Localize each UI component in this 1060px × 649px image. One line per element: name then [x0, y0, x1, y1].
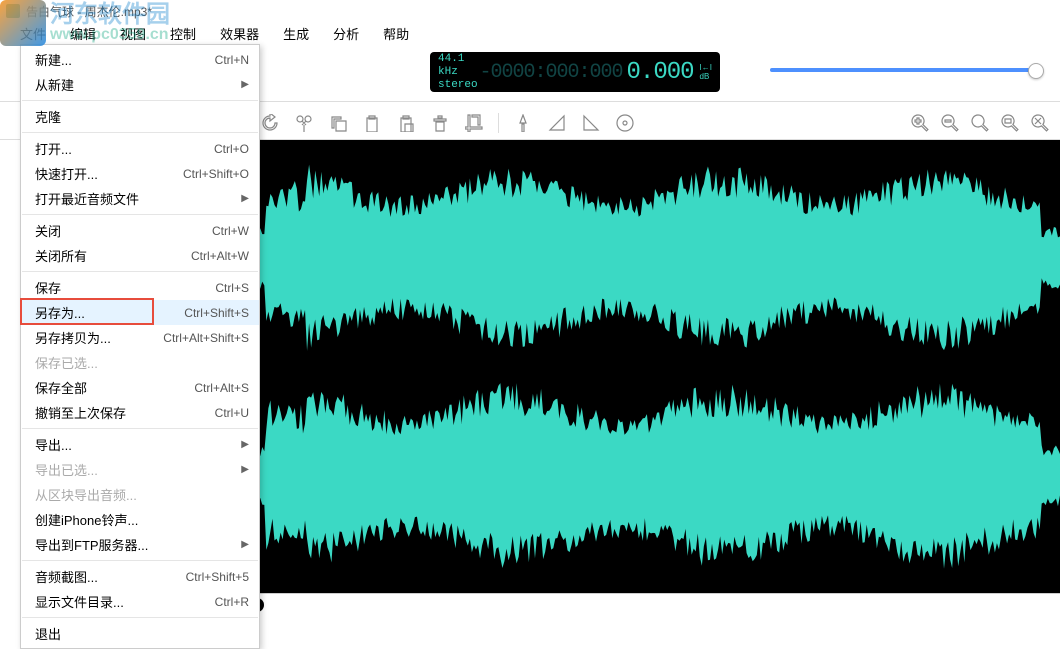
menu-效果器[interactable]: 效果器 [208, 22, 271, 45]
file-menu-打开最近音频文件[interactable]: 打开最近音频文件 ▶ [21, 186, 259, 211]
menu-item-label: 另存为... [35, 303, 184, 322]
file-menu-显示文件目录[interactable]: 显示文件目录...Ctrl+R [21, 589, 259, 614]
fade-in-icon[interactable] [547, 113, 567, 133]
menu-item-label: 保存 [35, 278, 215, 297]
menu-item-label: 导出已选... [35, 460, 237, 479]
submenu-arrow-icon: ▶ [241, 193, 249, 204]
menu-item-label: 音频截图... [35, 567, 186, 586]
file-menu-从区块导出音频: 从区块导出音频... [21, 482, 259, 507]
menu-item-shortcut: Ctrl+O [214, 142, 249, 156]
menu-控制[interactable]: 控制 [158, 22, 208, 45]
lcd-side1: I←I [700, 63, 712, 72]
file-menu-快速打开[interactable]: 快速打开...Ctrl+Shift+O [21, 161, 259, 186]
file-menu-关闭[interactable]: 关闭Ctrl+W [21, 218, 259, 243]
menu-item-label: 从新建 [35, 75, 237, 94]
menu-item-shortcut: Ctrl+Alt+S [194, 381, 249, 395]
menu-item-shortcut: Ctrl+Shift+O [183, 167, 249, 181]
delete-icon[interactable] [430, 113, 450, 133]
lcd-time: -0000:000:000 [480, 61, 627, 84]
file-menu-导出已选: 导出已选... ▶ [21, 457, 259, 482]
file-menu-另存拷贝为[interactable]: 另存拷贝为...Ctrl+Alt+Shift+S [21, 325, 259, 350]
menu-item-shortcut: Ctrl+N [215, 53, 249, 67]
file-menu-导出[interactable]: 导出... ▶ [21, 432, 259, 457]
file-menu-保存全部[interactable]: 保存全部Ctrl+Alt+S [21, 375, 259, 400]
menu-编辑[interactable]: 编辑 [58, 22, 108, 45]
lcd-rate: 44.1 kHz [438, 53, 480, 79]
lcd-mode: stereo [438, 79, 480, 92]
file-menu-dropdown: 新建...Ctrl+N从新建▶克隆打开...Ctrl+O快速打开...Ctrl+… [20, 44, 260, 649]
window-title: 告白气球 - 周杰伦.mp3* [26, 3, 152, 20]
menu-item-shortcut: Ctrl+Alt+Shift+S [163, 331, 249, 345]
file-menu-导出到FTP服务器[interactable]: 导出到FTP服务器... ▶ [21, 532, 259, 557]
file-menu-从新建[interactable]: 从新建 ▶ [21, 72, 259, 97]
menu-item-label: 关闭所有 [35, 246, 191, 265]
paste-over-icon[interactable] [396, 113, 416, 133]
file-menu-音频截图[interactable]: 音频截图...Ctrl+Shift+5 [21, 564, 259, 589]
submenu-arrow-icon: ▶ [241, 439, 249, 450]
menu-item-shortcut: Ctrl+Alt+W [191, 249, 249, 263]
menu-item-shortcut: Ctrl+Shift+5 [186, 570, 249, 584]
disc-icon[interactable] [615, 113, 635, 133]
submenu-arrow-icon: ▶ [241, 79, 249, 90]
app-icon [6, 4, 20, 18]
menu-item-shortcut: Ctrl+U [215, 406, 249, 420]
file-menu-克隆[interactable]: 克隆 [21, 104, 259, 129]
menu-生成[interactable]: 生成 [271, 22, 321, 45]
menubar: 文件编辑视图控制效果器生成分析帮助 [0, 22, 1060, 44]
paste-icon[interactable] [362, 113, 382, 133]
timeline[interactable] [246, 593, 1060, 615]
copy-icon[interactable] [328, 113, 348, 133]
submenu-arrow-icon: ▶ [241, 539, 249, 550]
zoom-fit-icon[interactable] [970, 113, 990, 133]
menu-item-label: 退出 [35, 624, 249, 643]
menu-item-label: 关闭 [35, 221, 212, 240]
waveform-area[interactable] [246, 140, 1060, 593]
file-menu-创建iPhone铃声[interactable]: 创建iPhone铃声... [21, 507, 259, 532]
menu-帮助[interactable]: 帮助 [371, 22, 421, 45]
menu-item-label: 导出... [35, 435, 237, 454]
crop-icon[interactable] [464, 113, 484, 133]
volume-slider[interactable] [770, 68, 1040, 72]
redo-icon[interactable] [260, 113, 280, 133]
menu-item-label: 保存全部 [35, 378, 194, 397]
menu-item-label: 打开最近音频文件 [35, 189, 237, 208]
menu-item-label: 克隆 [35, 107, 249, 126]
lcd-side2: dB [700, 72, 712, 81]
menu-item-label: 撤销至上次保存 [35, 403, 215, 422]
lcd-display: 44.1 kHz stereo -0000:000:000 0.000 I←I … [430, 52, 720, 92]
menu-item-shortcut: Ctrl+W [212, 224, 249, 238]
fade-out-icon[interactable] [581, 113, 601, 133]
menu-文件[interactable]: 文件 [20, 22, 58, 45]
submenu-arrow-icon: ▶ [241, 464, 249, 475]
file-menu-打开[interactable]: 打开...Ctrl+O [21, 136, 259, 161]
file-menu-撤销至上次保存[interactable]: 撤销至上次保存Ctrl+U [21, 400, 259, 425]
file-menu-保存已选: 保存已选... [21, 350, 259, 375]
menu-item-shortcut: Ctrl+S [215, 281, 249, 295]
file-menu-新建[interactable]: 新建...Ctrl+N [21, 47, 259, 72]
menu-item-label: 新建... [35, 50, 215, 69]
menu-视图[interactable]: 视图 [108, 22, 158, 45]
menu-item-label: 显示文件目录... [35, 592, 215, 611]
cut-icon[interactable] [294, 113, 314, 133]
file-menu-关闭所有[interactable]: 关闭所有Ctrl+Alt+W [21, 243, 259, 268]
menu-item-label: 从区块导出音频... [35, 485, 249, 504]
menu-item-shortcut: Ctrl+Shift+S [184, 306, 249, 320]
menu-item-label: 快速打开... [35, 164, 183, 183]
menu-item-shortcut: Ctrl+R [215, 595, 249, 609]
menu-item-label: 另存拷贝为... [35, 328, 163, 347]
lcd-value: 0.000 [627, 59, 694, 86]
zoom-out-icon[interactable] [940, 113, 960, 133]
menu-item-label: 创建iPhone铃声... [35, 510, 249, 529]
menu-item-label: 保存已选... [35, 353, 249, 372]
menu-item-label: 打开... [35, 139, 214, 158]
marker-icon[interactable] [513, 113, 533, 133]
file-menu-退出[interactable]: 退出 [21, 621, 259, 646]
zoom-in-icon[interactable] [910, 113, 930, 133]
zoom-x-icon[interactable] [1030, 113, 1050, 133]
menu-item-label: 导出到FTP服务器... [35, 535, 237, 554]
file-menu-保存[interactable]: 保存Ctrl+S [21, 275, 259, 300]
zoom-sel-icon[interactable] [1000, 113, 1020, 133]
file-menu-另存为[interactable]: 另存为...Ctrl+Shift+S [21, 300, 259, 325]
menu-分析[interactable]: 分析 [321, 22, 371, 45]
